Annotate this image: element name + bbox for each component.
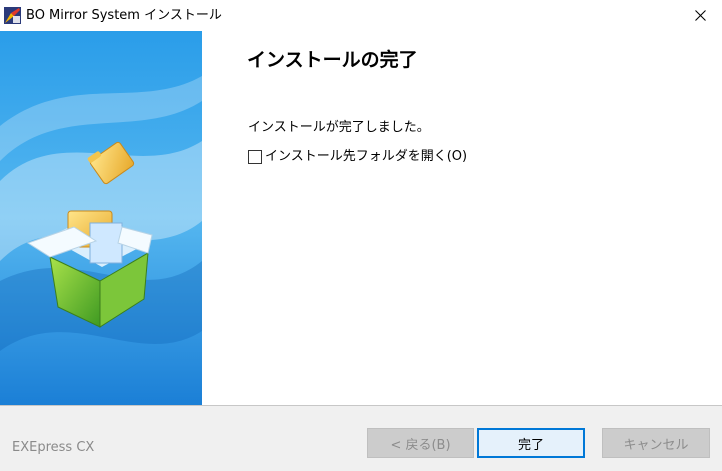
finish-button[interactable]: 完了: [477, 428, 585, 458]
title-bar: BO Mirror System インストール: [0, 0, 722, 31]
wizard-banner: [0, 31, 202, 405]
open-folder-label: インストール先フォルダを開く(O): [265, 148, 468, 164]
window-title: BO Mirror System インストール: [26, 8, 222, 23]
page-heading: インストールの完了: [247, 49, 418, 71]
close-icon: [694, 10, 706, 21]
close-button[interactable]: [678, 0, 722, 31]
installer-app-icon: [4, 7, 21, 24]
open-box-with-folders-illustration: [0, 31, 202, 405]
open-folder-option[interactable]: インストール先フォルダを開く(O): [248, 148, 467, 165]
wizard-footer: EXEpress CX < 戻る(B) 完了 キャンセル: [0, 405, 722, 471]
installer-window: BO Mirror System インストール インストールの完了 インストール…: [0, 0, 722, 471]
completion-message: インストールが完了しました。: [248, 120, 430, 135]
cancel-button[interactable]: キャンセル: [602, 428, 710, 458]
back-button[interactable]: < 戻る(B): [367, 428, 474, 458]
brand-label: EXEpress CX: [12, 440, 95, 455]
open-folder-checkbox[interactable]: [248, 149, 262, 164]
